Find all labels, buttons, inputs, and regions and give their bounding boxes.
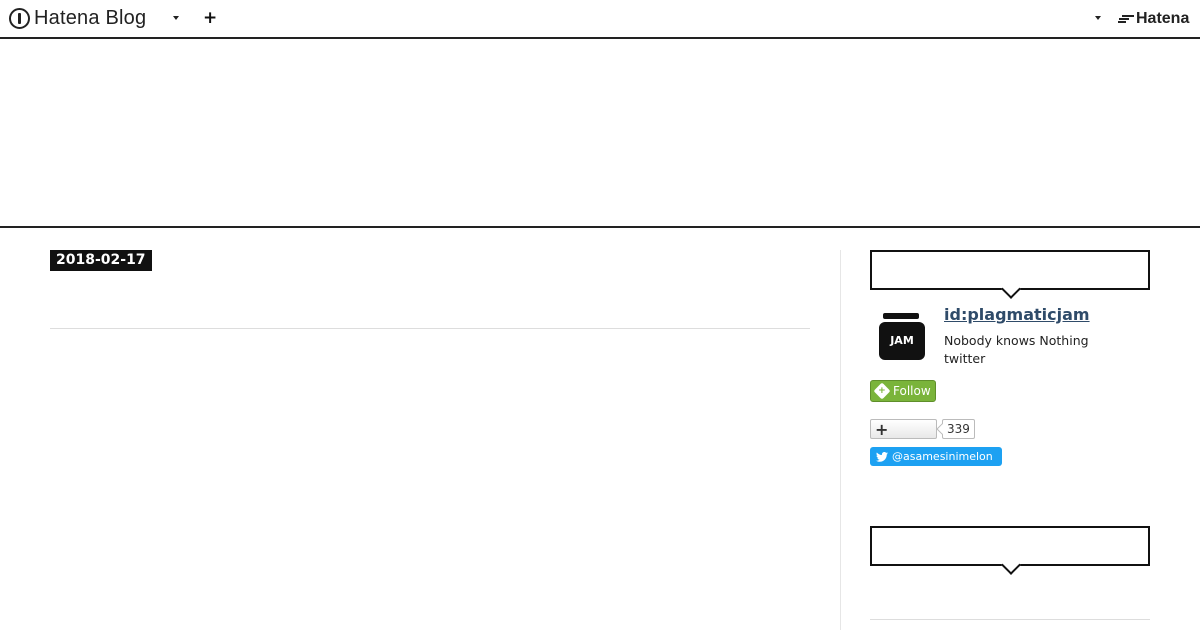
jam-lid xyxy=(883,313,919,319)
twitter-bird-icon xyxy=(876,451,888,462)
sidebar-divider xyxy=(870,619,1150,620)
twitter-handle: @asamesinimelon xyxy=(892,450,993,463)
hatena-icon xyxy=(1118,13,1134,25)
hatena-blog-logo-link[interactable]: Hatena Blog xyxy=(9,7,146,29)
entry-date[interactable]: 2018-02-17 xyxy=(50,250,152,271)
hatena-label: Hatena xyxy=(1136,10,1190,27)
follow-label: Follow xyxy=(893,384,931,398)
profile-module-title xyxy=(870,250,1150,290)
bookmark-count[interactable]: 339 xyxy=(942,419,975,439)
hatena-bookmark-button[interactable]: + xyxy=(870,419,937,439)
brand-name: Hatena Blog xyxy=(34,7,147,29)
hatena-blog-logo-icon xyxy=(9,7,30,29)
follow-button[interactable]: + Follow xyxy=(870,380,936,402)
column-divider xyxy=(840,250,841,630)
hatena-link[interactable]: Hatena xyxy=(1118,9,1189,29)
sidebar-module-title xyxy=(870,526,1150,566)
profile-description: Nobody knows Nothing twitter xyxy=(944,332,1089,368)
blog-menu-caret-icon[interactable] xyxy=(173,16,179,20)
global-header: Hatena Blog + Hatena xyxy=(0,0,1200,39)
profile-avatar[interactable]: JAM xyxy=(872,306,932,366)
profile-description-line: twitter xyxy=(944,351,986,366)
twitter-follow-button[interactable]: @asamesinimelon xyxy=(870,447,1002,466)
profile-description-line: Nobody knows Nothing xyxy=(944,333,1089,348)
blog-header xyxy=(0,39,1200,228)
jam-icon: JAM xyxy=(879,322,925,360)
follow-icon: + xyxy=(873,382,891,400)
user-menu-caret-icon[interactable] xyxy=(1095,16,1101,20)
profile-id-link[interactable]: id:plagmaticjam xyxy=(944,305,1090,325)
add-entry-button[interactable]: + xyxy=(203,8,217,28)
plus-icon: + xyxy=(875,420,889,439)
entry-divider xyxy=(50,328,810,329)
